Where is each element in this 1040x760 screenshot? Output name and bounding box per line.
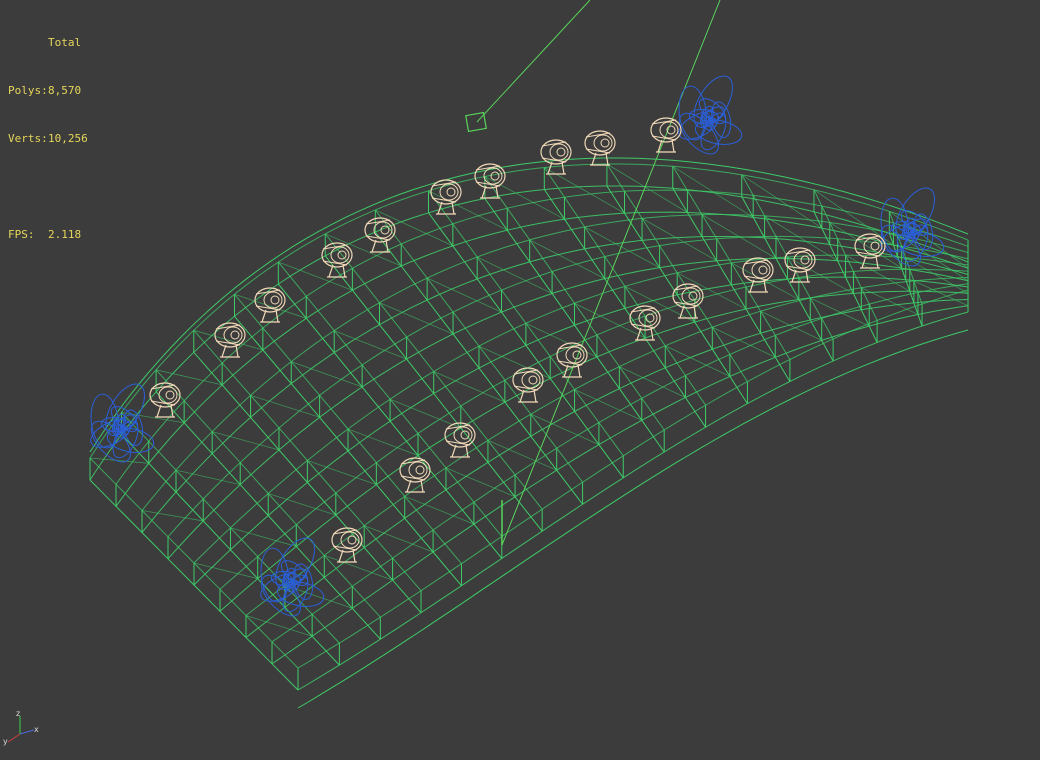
polys-label: Polys: (8, 84, 48, 97)
wire-brace (845, 254, 910, 292)
wire-col-top (277, 261, 503, 537)
wire-row-base (219, 290, 969, 612)
wire-col-top (606, 163, 748, 382)
spotlight-fixture-icon[interactable] (149, 382, 181, 418)
viewport-statistics: Total Polys:8,570 Verts:10,256 FPS: 2.118 (8, 3, 88, 275)
wire-brace (530, 413, 600, 445)
stats-title: Total (48, 36, 82, 49)
blue-light-cluster-left (120, 426, 124, 430)
wire-brace (445, 467, 516, 498)
wire-brace (212, 431, 280, 451)
polys-value: 8,570 (48, 84, 82, 97)
verts-value: 10,256 (48, 132, 88, 145)
wire-brace (230, 527, 297, 547)
wire-col-base (428, 212, 624, 479)
wireframe-scene[interactable] (0, 0, 1040, 760)
verts-label: Verts: (8, 132, 48, 145)
spotlight-fixture-icon[interactable] (254, 287, 286, 323)
viewport-perspective[interactable]: Total Polys:8,570 Verts:10,256 FPS: 2.118… (0, 0, 1040, 760)
spotlight-fixture-icon[interactable] (584, 130, 616, 166)
spotlight-fixture-icon[interactable] (214, 322, 246, 358)
wire-row-base (89, 185, 969, 481)
wire-brace (250, 395, 320, 418)
wire-col-base (543, 189, 707, 428)
fps-value: 2.118 (48, 228, 82, 241)
wire-row-base (115, 211, 969, 507)
wire-col-base (121, 434, 340, 666)
wire-col-base (193, 351, 422, 614)
stats-polys: Polys:8,570 (8, 83, 88, 99)
axis-x-label: x (34, 725, 39, 734)
wire-brace (810, 297, 870, 327)
spotlight-fixture-icon[interactable] (331, 527, 363, 563)
blue-light-cluster-top (708, 118, 712, 122)
stats-fps: FPS: 2.118 (8, 227, 88, 243)
wire-col-base (234, 315, 462, 587)
wire-brace (905, 257, 969, 294)
spotlight-fixture-icon[interactable] (430, 179, 462, 215)
wire-brace (574, 302, 646, 339)
spotlight-fixture-icon[interactable] (399, 457, 431, 493)
wire-col-base (277, 283, 503, 559)
wire-brace (89, 457, 149, 464)
blue-light-cluster-right (910, 230, 914, 234)
wire-col-base (155, 391, 381, 640)
wire-row-top (89, 163, 969, 459)
blue-light-cluster-bottom (290, 580, 294, 584)
stats-verts: Verts:10,256 (8, 131, 88, 147)
wire-brace (404, 495, 475, 525)
wire-brace (364, 525, 434, 553)
camera-guide-line (476, 0, 591, 123)
axis-z-label: z (16, 709, 20, 718)
wire-row-base (245, 299, 969, 638)
wire-brace (672, 166, 754, 218)
axis-gizmo-icon: z y x (3, 709, 39, 746)
fps-label: FPS: (8, 228, 35, 241)
axis-y-label: y (3, 737, 8, 746)
